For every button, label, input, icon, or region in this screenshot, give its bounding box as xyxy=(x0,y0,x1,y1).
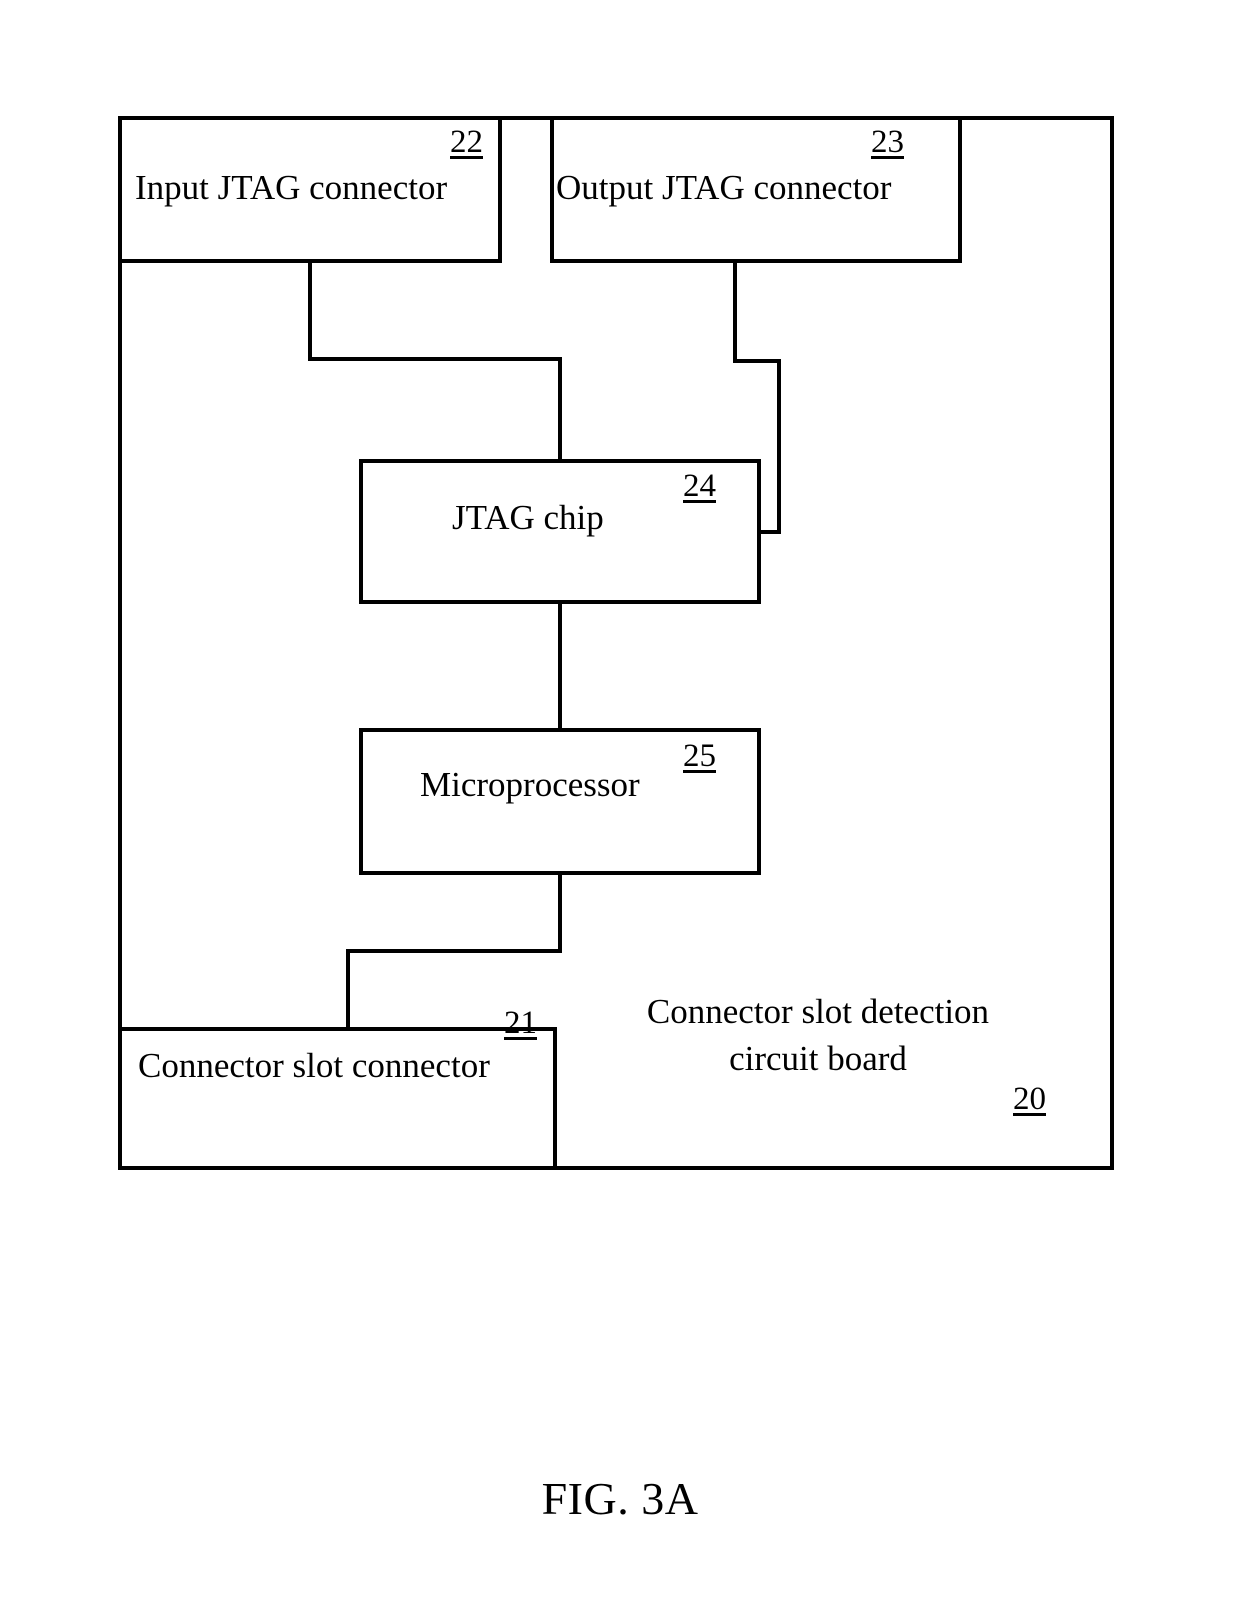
ref-number-22: 22 xyxy=(450,124,483,160)
board-label-line-1: Connector slot detection xyxy=(646,992,990,1031)
figure-caption: FIG. 3A xyxy=(541,1473,699,1524)
patent-figure: 22 Input JTAG connector 23 Output JTAG c… xyxy=(0,0,1240,1621)
block-label-output-jtag-connector: Output JTAG connector xyxy=(556,168,892,207)
block-label-input-jtag-connector: Input JTAG connector xyxy=(135,168,448,207)
block-label-connector-slot-connector: Connector slot connector xyxy=(138,1046,490,1085)
board-label-line-2: circuit board xyxy=(729,1038,907,1078)
block-label-jtag-chip: JTAG chip xyxy=(452,498,604,537)
connection-input-to-chip xyxy=(308,259,562,463)
ref-number-24: 24 xyxy=(683,468,716,504)
board-label: Connector slot detection circuit board xyxy=(598,989,1038,1082)
block-label-microprocessor: Microprocessor xyxy=(420,765,640,804)
ref-number-23: 23 xyxy=(871,124,904,160)
ref-number-21: 21 xyxy=(504,1005,537,1041)
diagram-canvas xyxy=(118,116,1114,1170)
ref-number-20: 20 xyxy=(1013,1081,1046,1117)
ref-number-25: 25 xyxy=(683,738,716,774)
